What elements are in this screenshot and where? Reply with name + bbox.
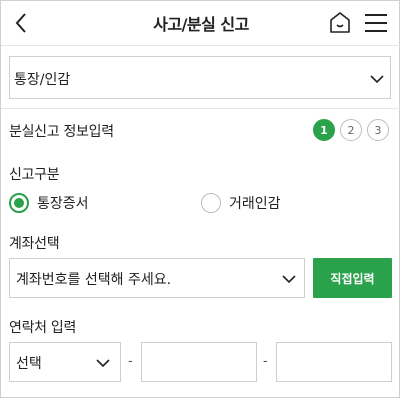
radio-passbook-label: 통장증서 (37, 196, 89, 212)
header-divider (1, 45, 400, 46)
chevron-down-icon (96, 359, 110, 368)
phone-separator: - (128, 354, 133, 369)
phone-separator: - (263, 354, 268, 369)
direct-input-button[interactable]: 직접입력 (313, 258, 392, 298)
radio-button-checked[interactable] (9, 193, 29, 213)
contact-label: 연락처 입력 (9, 320, 77, 336)
product-type-value: 통장/인감 (14, 72, 71, 88)
step-1: 1 (313, 119, 335, 141)
home-icon (330, 12, 350, 33)
app-frame: 사고/분실 신고 통장/인감 분실신고 정보입력 1 2 3 신고구분 통장증서… (0, 0, 400, 398)
section-divider (1, 108, 400, 109)
hamburger-menu-icon (365, 14, 387, 32)
phone-middle-input[interactable] (141, 342, 257, 382)
menu-button[interactable] (363, 11, 389, 35)
phone-prefix-value: 선택 (16, 356, 42, 372)
radio-button-unchecked[interactable] (201, 193, 221, 213)
home-button[interactable] (327, 9, 353, 37)
radio-seal[interactable]: 거래인감 (201, 193, 281, 213)
step-indicator: 1 2 3 (313, 119, 389, 141)
header: 사고/분실 신고 (1, 1, 400, 45)
phone-prefix-select[interactable]: 선택 (9, 342, 121, 382)
chevron-down-icon (370, 75, 384, 84)
report-type-label: 신고구분 (9, 167, 60, 183)
account-select[interactable]: 계좌번호를 선택해 주세요. (9, 258, 305, 298)
radio-seal-label: 거래인감 (229, 196, 281, 212)
chevron-down-icon (282, 275, 296, 284)
loss-info-title: 분실신고 정보입력 (9, 124, 114, 140)
radio-passbook[interactable]: 통장증서 (9, 193, 89, 213)
phone-last-input[interactable] (276, 342, 392, 382)
step-3: 3 (367, 119, 389, 141)
account-placeholder: 계좌번호를 선택해 주세요. (16, 272, 172, 288)
product-type-select[interactable]: 통장/인감 (9, 56, 391, 99)
step-2: 2 (340, 119, 362, 141)
account-label: 계좌선택 (9, 236, 60, 252)
